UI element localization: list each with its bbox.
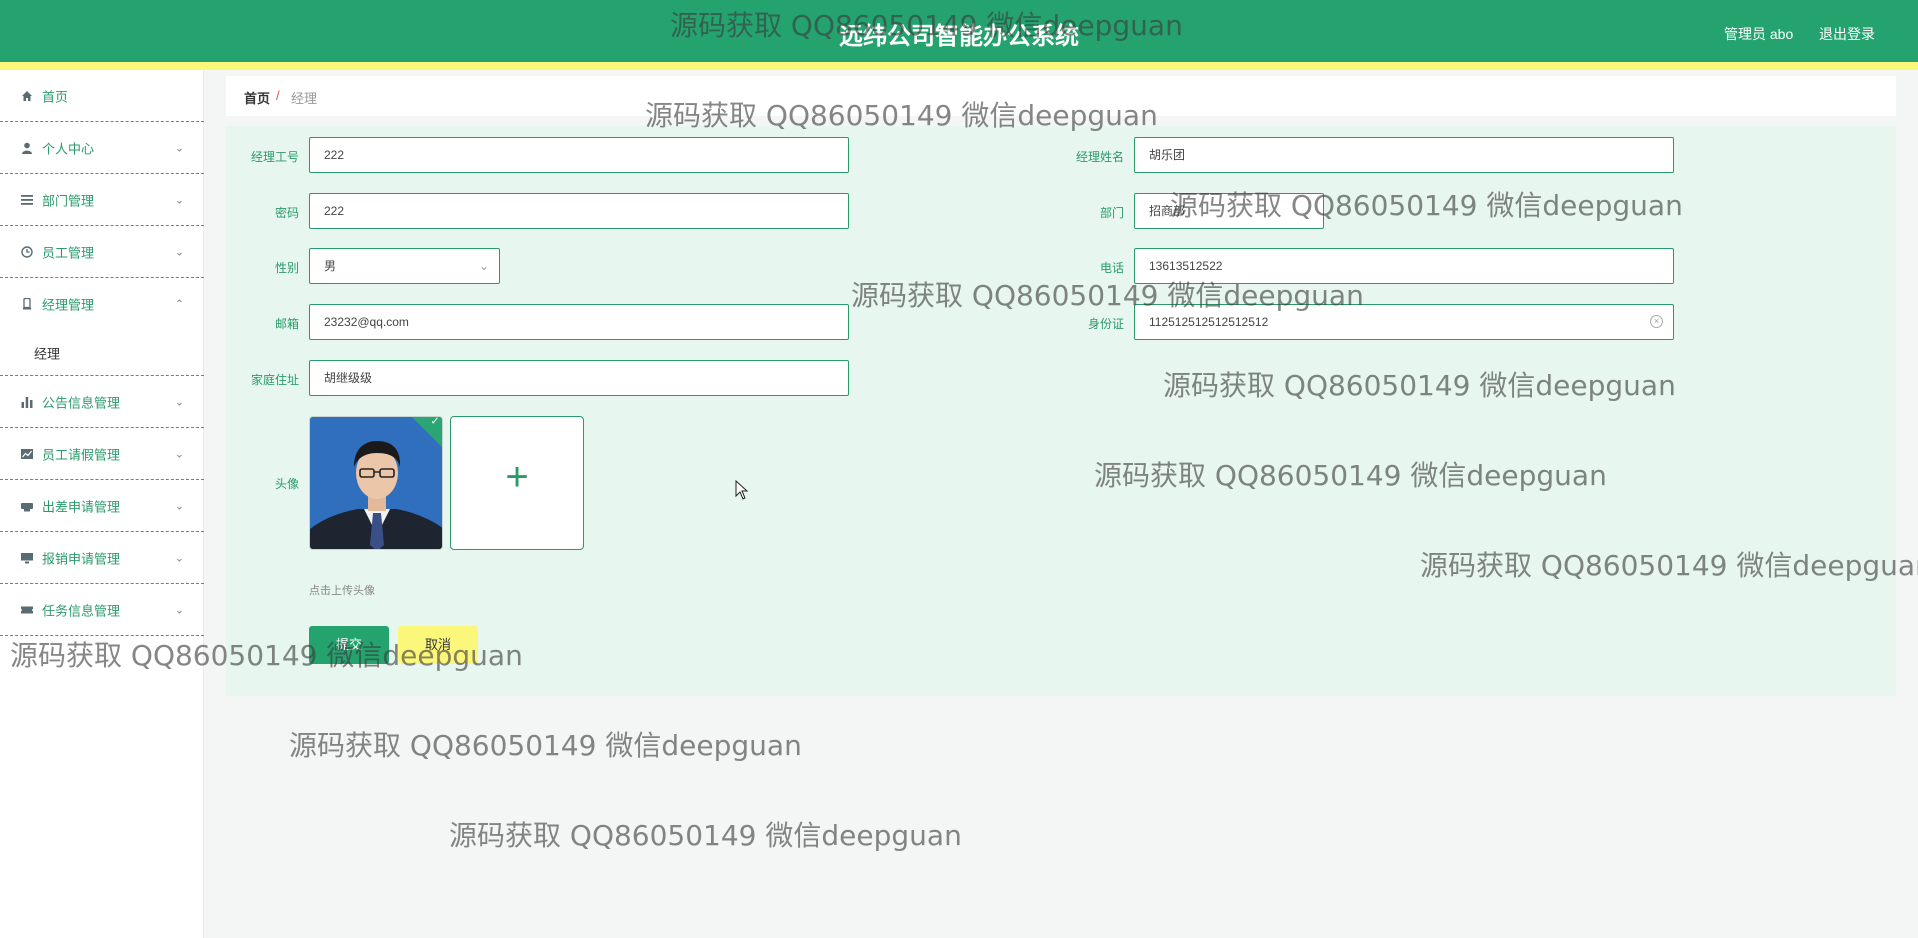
clear-icon[interactable]: × (1650, 315, 1663, 328)
sidebar-item-reimbursement[interactable]: 报销申请管理 ⌄ (0, 532, 204, 584)
phone-label: 电话 (1099, 261, 1124, 275)
plus-icon: + (505, 455, 529, 499)
sidebar-item-department[interactable]: 部门管理 ⌄ (0, 174, 204, 226)
manager-name-label: 经理姓名 (1075, 150, 1124, 164)
department-select[interactable]: 招商部 (1134, 193, 1324, 229)
manager-no-input[interactable]: 222 (309, 137, 849, 173)
chevron-up-icon: ⌃ (174, 298, 184, 311)
password-label: 密码 (274, 206, 299, 220)
sidebar-item-leave[interactable]: 员工请假管理 ⌄ (0, 428, 204, 480)
id-card-input[interactable]: 112512512512512512 × (1134, 304, 1674, 340)
sidebar-item-personal-center[interactable]: 个人中心 ⌄ (0, 122, 204, 174)
monitor-icon (20, 551, 34, 565)
sidebar-item-label: 首页 (42, 89, 69, 104)
email-value: 23232@qq.com (324, 315, 409, 329)
header-accent-stripe (0, 62, 1918, 70)
sidebar-item-employee[interactable]: 员工管理 ⌄ (0, 226, 204, 278)
gender-label: 性别 (274, 261, 299, 275)
sidebar-subitem-manager[interactable]: 经理 (0, 330, 204, 376)
avatar-upload-button[interactable]: + (450, 416, 584, 550)
app-title: 远纬公司智能办公系统 (839, 23, 1079, 50)
sidebar-item-home[interactable]: 首页 (0, 70, 204, 122)
chevron-down-icon: ⌄ (174, 448, 184, 460)
manager-no-label: 经理工号 (250, 150, 299, 164)
chevron-down-icon: ⌄ (174, 194, 184, 206)
address-label: 家庭住址 (250, 373, 299, 387)
sidebar-item-label: 公告信息管理 (42, 395, 121, 410)
sidebar-item-label: 任务信息管理 (42, 603, 121, 618)
avatar-image (310, 417, 442, 549)
watermark: 源码获取 QQ86050149 微信deepguan (449, 819, 962, 852)
sidebar-item-task[interactable]: 任务信息管理 ⌄ (0, 584, 204, 636)
sidebar-subitem-label: 经理 (34, 346, 61, 361)
sidebar-item-label: 出差申请管理 (42, 499, 121, 514)
chevron-down-icon: ⌄ (174, 396, 184, 408)
manager-name-value: 胡乐团 (1149, 148, 1186, 162)
manager-no-value: 222 (324, 148, 345, 162)
address-value: 胡继级级 (324, 371, 373, 385)
line-chart-icon (20, 447, 34, 461)
cancel-button[interactable]: 取消 (398, 626, 478, 664)
sidebar: 首页 个人中心 ⌄ 部门管理 ⌄ 员工管理 ⌄ 经理管理 ⌃ 经理 公告信息管理… (0, 70, 204, 938)
sidebar-item-label: 员工请假管理 (42, 447, 121, 462)
printer-icon (20, 499, 34, 513)
chevron-down-icon: ⌄ (174, 142, 184, 154)
user-icon (20, 141, 34, 155)
ticket-icon (20, 603, 34, 617)
chevron-down-icon: ⌄ (174, 246, 184, 258)
email-input[interactable]: 23232@qq.com (309, 304, 849, 340)
watermark: 源码获取 QQ86050149 微信deepguan (289, 729, 802, 762)
badge-icon (20, 297, 34, 311)
bar-chart-icon (20, 395, 34, 409)
sidebar-item-business-trip[interactable]: 出差申请管理 ⌄ (0, 480, 204, 532)
id-card-label: 身份证 (1087, 317, 1124, 331)
chevron-down-icon: ⌄ (174, 500, 184, 512)
avatar-preview[interactable]: ✓ (309, 416, 443, 550)
current-user-label: 管理员 abo (1724, 26, 1794, 42)
gender-value: 男 (324, 259, 337, 273)
breadcrumb: 首页 / 经理 (226, 76, 1896, 116)
phone-input[interactable]: 13613512522 (1134, 248, 1674, 284)
sidebar-item-label: 报销申请管理 (42, 551, 121, 566)
phone-value: 13613512522 (1149, 259, 1223, 273)
password-input[interactable]: 222 (309, 193, 849, 229)
sidebar-item-label: 部门管理 (42, 193, 95, 208)
list-icon (20, 193, 34, 207)
gender-select[interactable]: 男 ⌄ (309, 248, 500, 284)
email-label: 邮箱 (274, 317, 299, 331)
breadcrumb-home-link[interactable]: 首页 (244, 88, 270, 107)
avatar-label: 头像 (274, 477, 299, 491)
sidebar-item-manager[interactable]: 经理管理 ⌃ (0, 278, 204, 330)
avatar-upload-hint: 点击上传头像 (309, 585, 375, 597)
mouse-cursor-icon (735, 480, 749, 500)
clock-icon (20, 245, 34, 259)
id-card-value: 112512512512512512 (1149, 315, 1269, 329)
password-value: 222 (324, 204, 345, 218)
department-label: 部门 (1099, 206, 1124, 220)
sidebar-item-label: 员工管理 (42, 245, 95, 260)
address-input[interactable]: 胡继级级 (309, 360, 849, 396)
sidebar-item-label: 个人中心 (42, 141, 95, 156)
home-icon (20, 89, 34, 103)
logout-link[interactable]: 退出登录 (1819, 24, 1875, 44)
manager-name-input[interactable]: 胡乐团 (1134, 137, 1674, 173)
sidebar-item-label: 经理管理 (42, 297, 95, 313)
submit-button[interactable]: 提交 (309, 626, 389, 664)
breadcrumb-current: 经理 (291, 91, 318, 106)
chevron-down-icon: ⌄ (174, 552, 184, 564)
chevron-down-icon: ⌄ (174, 604, 184, 616)
department-value: 招商部 (1149, 204, 1186, 218)
chevron-down-icon: ⌄ (478, 259, 489, 273)
sidebar-item-announcement[interactable]: 公告信息管理 ⌄ (0, 376, 204, 428)
breadcrumb-separator: / (276, 88, 280, 103)
